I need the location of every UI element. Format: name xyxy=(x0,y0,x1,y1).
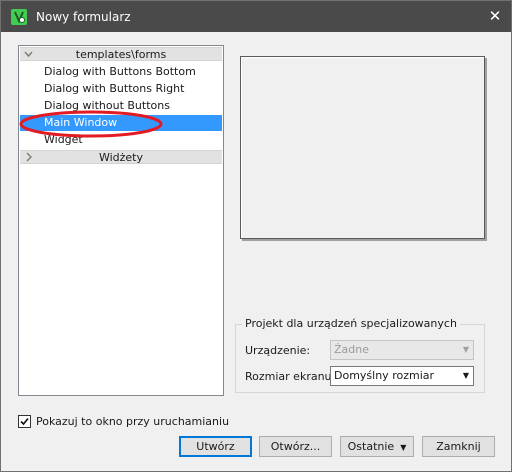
device-label: Urządzenie: xyxy=(245,344,311,357)
list-item[interactable]: Dialog with Buttons Bottom xyxy=(20,64,222,80)
screen-size-value: Domyślny rozmiar xyxy=(334,369,435,382)
category-label: templates\forms xyxy=(75,48,167,61)
category-widgets[interactable]: Widżety xyxy=(20,150,222,164)
recent-label: Ostatnie xyxy=(347,440,395,453)
chevron-down-icon: ▼ xyxy=(462,345,469,354)
chevron-down-icon[interactable]: ▼ xyxy=(463,367,469,385)
device-select: Żadne ▼ xyxy=(330,340,474,360)
show-on-startup-checkbox[interactable] xyxy=(18,415,31,428)
close-window-button[interactable]: ✕ xyxy=(479,1,511,32)
category-templates-forms[interactable]: templates\forms xyxy=(20,47,222,61)
qt-designer-icon xyxy=(11,9,27,25)
open-button[interactable]: Otwórz... xyxy=(259,436,332,457)
recent-button[interactable]: Ostatnie ▼ xyxy=(340,436,414,457)
category-label: Widżety xyxy=(98,151,144,164)
list-item[interactable]: Dialog without Buttons xyxy=(20,98,222,114)
group-legend: Projekt dla urządzeń specjalizowanych xyxy=(242,317,460,330)
template-tree[interactable]: templates\forms Dialog with Buttons Bott… xyxy=(18,45,224,396)
close-button[interactable]: Zamknij xyxy=(422,436,495,457)
form-preview xyxy=(240,56,485,239)
title-bar: Nowy formularz ✕ xyxy=(1,1,511,32)
screen-size-label: Rozmiar ekranu: xyxy=(245,370,336,383)
new-form-dialog: Nowy formularz ✕ templates\forms Dialog … xyxy=(0,0,512,472)
show-on-startup-label[interactable]: Pokazuj to okno przy uruchamianiu xyxy=(36,415,229,428)
create-button[interactable]: Utwórz xyxy=(179,436,252,457)
list-item[interactable]: Dialog with Buttons Right xyxy=(20,81,222,97)
screen-size-select[interactable]: Domyślny rozmiar ▼ xyxy=(330,366,474,386)
checkmark-icon xyxy=(20,417,29,426)
chevron-down-icon: ▼ xyxy=(400,443,407,452)
device-value: Żadne xyxy=(334,343,369,356)
window-title: Nowy formularz xyxy=(36,10,131,24)
list-item-selected[interactable]: Main Window xyxy=(20,115,222,131)
list-item[interactable]: Widget xyxy=(20,132,222,148)
